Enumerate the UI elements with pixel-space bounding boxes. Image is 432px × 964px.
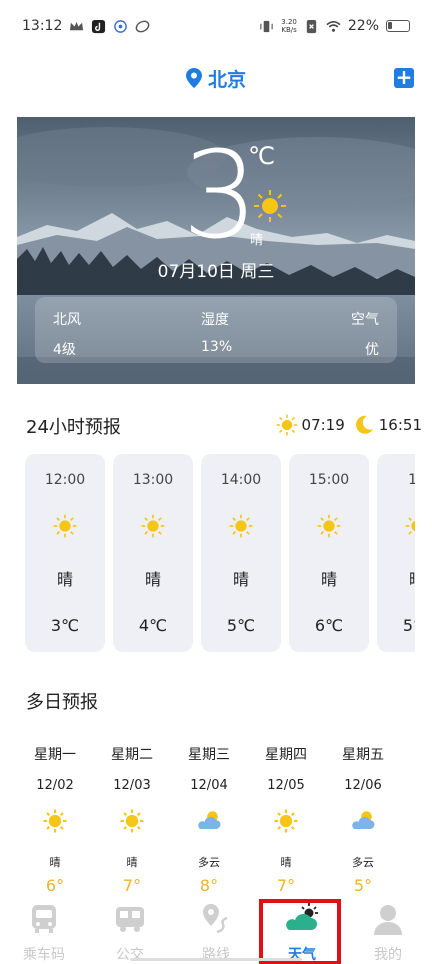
city-name: 北京 xyxy=(207,68,246,91)
wifi-icon xyxy=(326,20,341,32)
tab-bus[interactable]: 公交 xyxy=(92,900,168,963)
plus-icon: + xyxy=(395,65,413,89)
network-speed: 3.20 KB/s xyxy=(281,18,297,34)
bottom-tab-bar: 乘车码 公交 路线 天气 我的 xyxy=(0,896,432,964)
home-indicator[interactable] xyxy=(130,958,302,961)
daily-column: 星期四 12/05 晴 7° xyxy=(265,747,307,895)
daily-column: 星期一 12/02 晴 6° xyxy=(34,747,76,895)
hourly-card: 16 晴 5℃ xyxy=(377,454,415,652)
sun-times: 07:19 16:51 xyxy=(276,414,422,436)
sun-icon xyxy=(274,809,298,833)
partly-cloudy-icon xyxy=(198,811,221,829)
sun-icon xyxy=(141,514,165,538)
tab-profile[interactable]: 我的 xyxy=(350,900,426,963)
sun-icon xyxy=(254,190,286,222)
sync-icon xyxy=(136,20,150,32)
sunrise-icon xyxy=(276,414,297,436)
temperature-unit: ℃ xyxy=(248,142,275,170)
daily-column: 星期三 12/04 多云 8° xyxy=(188,747,230,895)
hourly-card: 14:00 晴 5℃ xyxy=(201,454,281,652)
sun-icon xyxy=(317,514,341,538)
sunrise-time: 07:19 xyxy=(301,416,345,434)
profile-icon xyxy=(374,905,402,935)
crown-icon xyxy=(70,21,84,30)
selected-tab-highlight xyxy=(259,899,341,964)
vibrate-icon xyxy=(260,20,273,32)
humidity-info: 湿度 13% xyxy=(201,312,233,355)
hourly-forecast-list[interactable]: 12:00 晴 3℃ 13:00 晴 4℃ 14:00 晴 5℃ 15:00 晴… xyxy=(25,454,415,652)
app-notification-icon xyxy=(114,19,128,33)
bus-card-icon xyxy=(32,905,56,933)
sun-icon xyxy=(229,514,253,538)
sunset-time: 16:51 xyxy=(378,416,422,434)
tab-bus-card[interactable]: 乘车码 xyxy=(6,900,82,963)
wind-info: 北风 4级 xyxy=(53,312,81,358)
battery-percent: 22% xyxy=(347,18,379,34)
bus-icon xyxy=(116,907,144,932)
current-temperature: 3 xyxy=(182,127,259,266)
location-pin-icon xyxy=(185,68,202,88)
sun-icon xyxy=(43,809,67,833)
tab-route[interactable]: 路线 xyxy=(178,900,254,963)
daily-forecast-title: 多日预报 xyxy=(26,692,98,713)
city-selector[interactable]: 北京 xyxy=(185,65,246,92)
moon-icon xyxy=(355,415,373,434)
no-sim-icon xyxy=(306,19,317,33)
status-bar: 13:12 3.20 KB/s 22% xyxy=(0,0,432,52)
header: 北京 + xyxy=(0,56,432,100)
status-time: 13:12 xyxy=(22,18,63,34)
daily-column: 星期五 12/06 多云 5° xyxy=(342,747,384,895)
battery-icon xyxy=(386,20,410,32)
current-date: 07月10日 周三 xyxy=(157,262,275,282)
current-condition: 晴 xyxy=(250,233,264,248)
sun-icon xyxy=(53,514,77,538)
weather-details-panel: 北风 4级 湿度 13% 空气 优 xyxy=(35,297,397,363)
current-weather-card: 3 ℃ 晴 07月10日 周三 北风 4级 湿度 13% 空气 优 xyxy=(17,117,415,384)
hourly-card: 12:00 晴 3℃ xyxy=(25,454,105,652)
sun-icon xyxy=(405,517,415,535)
hourly-forecast-title: 24小时预报 xyxy=(26,417,121,438)
daily-column: 星期二 12/03 晴 7° xyxy=(111,747,153,895)
hourly-card: 13:00 晴 4℃ xyxy=(113,454,193,652)
hourly-card: 15:00 晴 6℃ xyxy=(289,454,369,652)
air-quality-info: 空气 优 xyxy=(351,312,379,358)
route-icon xyxy=(203,904,228,934)
partly-cloudy-icon xyxy=(352,811,375,829)
add-city-button[interactable]: + xyxy=(394,65,414,89)
sun-icon xyxy=(120,809,144,833)
daily-forecast-list[interactable]: 星期一 12/02 晴 6° 星期二 12/03 晴 7° 星期三 12/04 … xyxy=(17,740,415,900)
tiktok-icon xyxy=(92,19,106,33)
